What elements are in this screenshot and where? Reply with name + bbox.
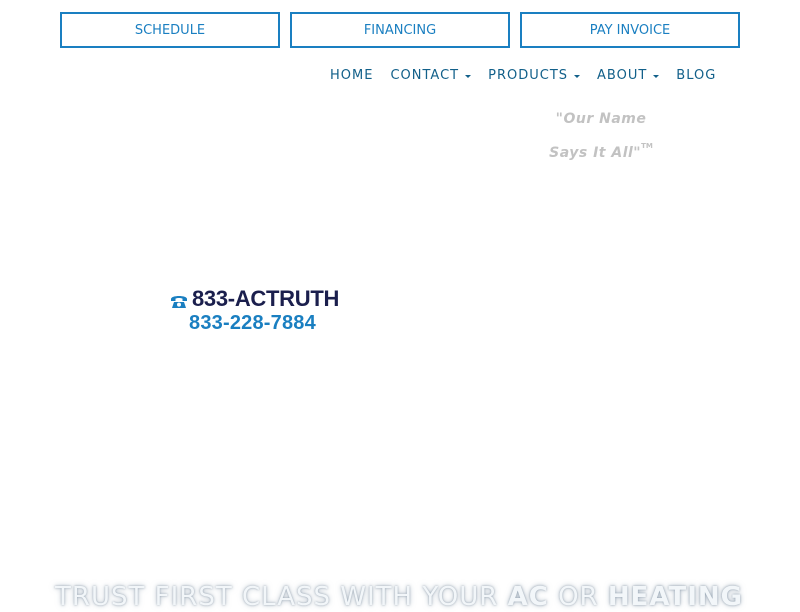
nav-item-about[interactable]: ABOUT — [597, 67, 660, 83]
tagline: "Our Name Says It All"TM — [546, 106, 656, 167]
nav-item-blog[interactable]: BLOG — [676, 68, 716, 83]
phone-vanity-number[interactable]: 833-ACTRUTH — [192, 286, 339, 312]
phone-number[interactable]: 833-228-7884 — [189, 312, 339, 335]
nav-item-contact-label: CONTACT — [390, 67, 460, 83]
main-nav: HOME CONTACT PRODUCTS ABOUT BLOG — [330, 66, 733, 84]
chevron-down-icon — [574, 74, 581, 78]
phone-block[interactable]: 833-ACTRUTH 833-228-7884 — [170, 286, 339, 335]
pay-invoice-button[interactable]: PAY INVOICE — [520, 12, 740, 48]
hero-heading: Trust First Class with your AC or Heatin… — [55, 582, 744, 612]
nav-item-home-label: HOME — [330, 67, 374, 83]
nav-item-about-label: ABOUT — [597, 67, 648, 83]
financing-button[interactable]: FINANCING — [290, 12, 510, 48]
phone-icon — [171, 296, 187, 308]
nav-item-products[interactable]: PRODUCTS — [488, 67, 581, 83]
trademark-mark: TM — [641, 142, 653, 150]
nav-item-products-label: PRODUCTS — [488, 67, 569, 83]
tagline-line2: Says It All"TM — [549, 142, 653, 161]
chevron-down-icon — [653, 74, 660, 78]
chevron-down-icon — [465, 74, 472, 78]
nav-item-blog-label: BLOG — [676, 67, 717, 83]
schedule-button[interactable]: SCHEDULE — [60, 12, 280, 48]
tagline-line1: "Our Name — [555, 111, 647, 127]
nav-item-home[interactable]: HOME — [330, 68, 373, 83]
nav-item-contact[interactable]: CONTACT — [390, 67, 472, 83]
